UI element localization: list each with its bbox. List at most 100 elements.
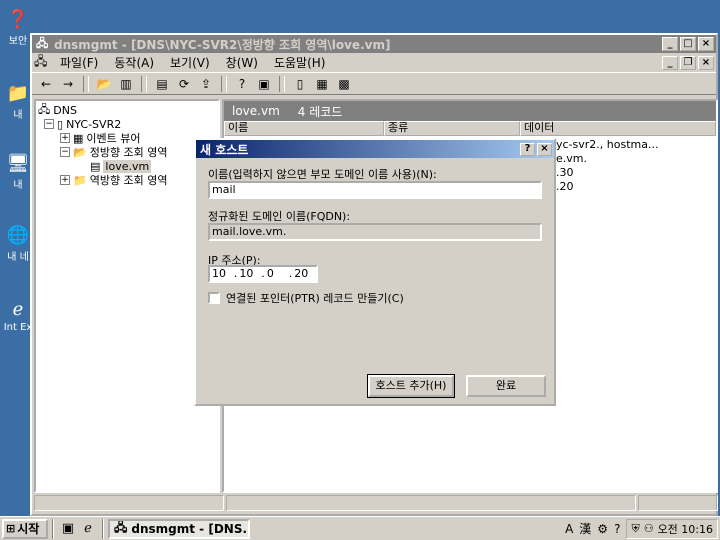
tree-item-server[interactable]: − ▯ NYC-SVR2: [38, 117, 218, 131]
record-data: e.vm.: [556, 152, 587, 165]
ime-help-icon[interactable]: ?: [614, 522, 620, 536]
menubar: 🖧 파일(F) 동작(A) 보기(V) 창(W) 도움말(H) _ ❐ ×: [32, 53, 716, 73]
folder-icon: 📁: [6, 82, 30, 104]
taskbar-separator: [52, 518, 54, 539]
back-arrow-icon[interactable]: ←: [36, 75, 56, 93]
refresh-icon[interactable]: ⟳: [174, 75, 194, 93]
status-pane: [34, 495, 224, 511]
taskbar-item-label: dnsmgmt - [DNS...: [131, 521, 250, 536]
status-bar: [34, 495, 718, 513]
close-button[interactable]: ×: [698, 37, 714, 51]
system-tray: ⛨ ⚇ 오전 10:16: [626, 518, 718, 539]
menu-window[interactable]: 창(W): [218, 54, 266, 71]
ptr-checkbox[interactable]: [208, 292, 220, 304]
start-label: 시작: [17, 522, 40, 536]
maximize-button[interactable]: □: [680, 37, 696, 51]
child-close-button[interactable]: ×: [698, 55, 714, 70]
show-tree-icon[interactable]: ▥: [116, 75, 136, 93]
records-icon[interactable]: ▦: [312, 75, 332, 93]
export-list-icon[interactable]: ⇪: [196, 75, 216, 93]
dialog-titlebar[interactable]: 새 호스트 ? ×: [196, 140, 554, 158]
menu-help[interactable]: 도움말(H): [266, 54, 334, 71]
mmc-icon: 🖧: [34, 54, 48, 68]
tree-item-reverse-zones[interactable]: + 📁 역방향 조회 영역: [38, 173, 218, 187]
zone-icon: ▤: [90, 159, 101, 173]
column-data[interactable]: 데이터: [520, 121, 716, 136]
event-viewer-icon: ▦: [73, 131, 84, 145]
expand-toggle[interactable]: +: [60, 175, 70, 185]
show-desktop-icon[interactable]: ▣: [58, 521, 78, 536]
record-data: yc-svr2., hostma...: [556, 138, 659, 151]
done-button[interactable]: 완료: [466, 375, 546, 397]
window-title: dnsmgmt - [DNS\NYC-SVR2\정방향 조회 영역\love.v…: [54, 37, 391, 52]
tree-item-dns[interactable]: 🖧 DNS: [38, 103, 218, 117]
ip-octet-3[interactable]: 0: [265, 267, 289, 281]
menu-view[interactable]: 보기(V): [162, 54, 218, 71]
tree-item-label: 정방향 조회 영역: [89, 146, 168, 159]
tree-item-love-vm[interactable]: ▤ love.vm: [38, 159, 218, 173]
name-label: 이름(입력하지 않으면 부모 도메인 이름 사용)(N):: [208, 168, 437, 181]
record-count: 4 레코드: [297, 104, 343, 119]
menu-file[interactable]: 파일(F): [52, 54, 106, 71]
tree-item-label: 역방향 조회 영역: [89, 174, 168, 187]
folder-icon: 📁: [73, 173, 87, 187]
column-headers: 이름 종류 데이터: [224, 121, 716, 136]
toolbar-separator: [221, 75, 227, 92]
console-icon[interactable]: ▣: [254, 75, 274, 93]
dialog-close-button[interactable]: ×: [537, 142, 552, 156]
zone-name: love.vm: [232, 104, 280, 118]
tree-item-label: love.vm: [103, 159, 152, 173]
window-titlebar[interactable]: 🖧 dnsmgmt - [DNS\NYC-SVR2\정방향 조회 영역\love…: [32, 35, 716, 53]
ip-address-input[interactable]: 10 . 10 . 0 . 20: [208, 265, 318, 283]
taskbar-item-dnsmgmt[interactable]: 🖧 dnsmgmt - [DNS...: [108, 518, 250, 539]
up-folder-icon[interactable]: 📂: [94, 75, 114, 93]
ime-settings-icon[interactable]: ⚙: [597, 522, 608, 536]
menu-action[interactable]: 동작(A): [106, 54, 162, 71]
host-name-input[interactable]: mail: [208, 181, 542, 199]
network-icon[interactable]: ⚇: [644, 522, 654, 535]
zone-icon[interactable]: ▩: [334, 75, 354, 93]
ip-octet-1[interactable]: 10: [210, 267, 234, 281]
server-icon[interactable]: ▯: [290, 75, 310, 93]
forward-arrow-icon[interactable]: →: [58, 75, 78, 93]
column-type[interactable]: 종류: [384, 121, 520, 136]
taskbar-separator: [102, 518, 104, 539]
collapse-toggle[interactable]: −: [60, 147, 70, 157]
dialog-title: 새 호스트: [200, 142, 249, 157]
internet-explorer-icon[interactable]: ℯ: [78, 521, 98, 536]
ptr-checkbox-label: 연결된 포인터(PTR) 레코드 만들기(C): [226, 292, 404, 305]
minimize-button[interactable]: _: [662, 37, 678, 51]
toolbar: ← → 📂 ▥ ▤ ⟳ ⇪ ? ▣ ▯ ▦ ▩: [32, 73, 716, 95]
security-shield-icon[interactable]: ⛨: [631, 522, 639, 536]
column-name[interactable]: 이름: [224, 121, 384, 136]
start-button[interactable]: ⊞ 시작: [2, 518, 48, 539]
dns-icon: 🖧: [114, 520, 128, 535]
ime-mode-a[interactable]: A: [565, 522, 573, 536]
computer-icon: 🖥: [6, 152, 30, 174]
ip-octet-4[interactable]: 20: [292, 267, 316, 281]
clock[interactable]: 오전 10:16: [658, 521, 713, 537]
dns-icon: 🖧: [36, 37, 49, 50]
properties-icon[interactable]: ▤: [152, 75, 172, 93]
add-host-button[interactable]: 호스트 추가(H): [367, 374, 455, 398]
tree-item-event-viewer[interactable]: + ▦ 이벤트 뷰어: [38, 131, 218, 145]
windows-logo-icon: ⊞: [6, 522, 16, 535]
fqdn-field: mail.love.vm.: [208, 223, 542, 241]
child-minimize-button[interactable]: _: [662, 55, 678, 70]
fqdn-label: 정규화된 도메인 이름(FQDN):: [208, 210, 351, 223]
expand-toggle[interactable]: +: [60, 133, 70, 143]
tree-item-label: DNS: [53, 103, 77, 117]
tree-item-forward-zones[interactable]: − 📂 정방향 조회 영역: [38, 145, 218, 159]
taskbar: ⊞ 시작 ▣ ℯ 🖧 dnsmgmt - [DNS... A 漢 ⚙ ? ⛨ ⚇…: [0, 516, 720, 540]
ip-octet-2[interactable]: 10: [237, 267, 261, 281]
dialog-help-button[interactable]: ?: [520, 142, 535, 156]
collapse-toggle[interactable]: −: [44, 119, 54, 129]
network-icon: 🌐: [6, 224, 30, 246]
help-icon[interactable]: ?: [232, 75, 252, 93]
status-pane: [226, 495, 636, 511]
internet-explorer-icon: ℯ: [12, 298, 24, 320]
help-icon: ❓: [6, 8, 30, 30]
ptr-checkbox-row[interactable]: 연결된 포인터(PTR) 레코드 만들기(C): [208, 290, 404, 306]
child-restore-button[interactable]: ❐: [680, 55, 696, 70]
ime-hanja[interactable]: 漢: [579, 520, 591, 537]
